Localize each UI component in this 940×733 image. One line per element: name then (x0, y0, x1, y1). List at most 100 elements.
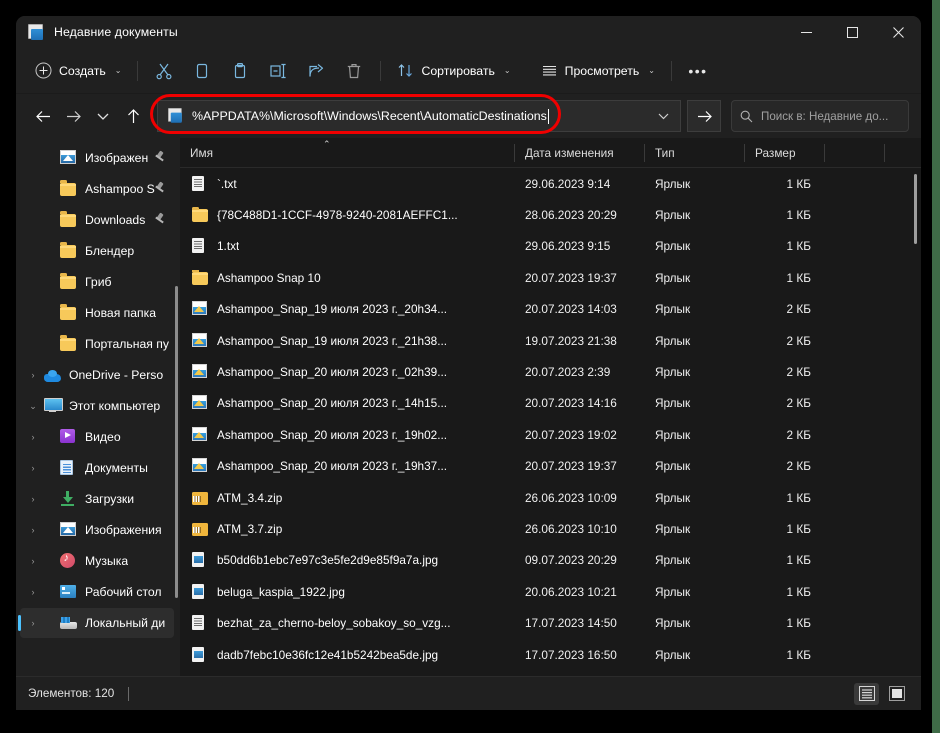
table-row[interactable]: Ashampoo_Snap_20 июля 2023 г._19h37... 20… (180, 451, 915, 482)
table-row[interactable]: Ashampoo_Snap_20 июля 2023 г._19h02... 20… (180, 419, 915, 450)
sidebar-item-5[interactable]: Новая папка (20, 298, 174, 328)
search-box[interactable]: Поиск в: Недавние до... (731, 100, 909, 132)
file-list-scrollbar-track[interactable] (912, 172, 918, 672)
copy-button[interactable] (183, 55, 221, 87)
table-row[interactable]: `.txt 29.06.2023 9:14 Ярлык 1 КБ (180, 168, 915, 199)
table-row[interactable]: bezhat_za_cherno-beloy_sobakoy_so_vzg...… (180, 607, 915, 638)
cell-size: 1 КБ (786, 270, 811, 285)
folder-icon (60, 335, 77, 353)
go-button[interactable] (687, 100, 721, 132)
maximize-button[interactable] (829, 16, 875, 48)
chevron-icon[interactable]: › (22, 525, 44, 535)
file-list-scrollbar-thumb[interactable] (914, 174, 917, 244)
column-header-type[interactable]: Тип (645, 138, 745, 168)
cell-type: Ярлык (655, 459, 691, 474)
chevron-icon[interactable]: › (22, 618, 44, 628)
chevron-icon[interactable]: › (22, 370, 44, 380)
new-button[interactable]: Создать ⌄ (26, 55, 130, 87)
table-row[interactable]: ATM_3.7.zip 26.06.2023 10:10 Ярлык 1 КБ (180, 513, 915, 544)
back-button[interactable] (28, 101, 58, 131)
navigation-tree: Изображен Ashampoo S Downloads Блендер Гриб Н… (16, 143, 180, 638)
address-input[interactable]: %APPDATA%\Microsoft\Windows\Recent\Autom… (157, 100, 647, 132)
file-name: ATM_3.7.zip (217, 521, 283, 536)
more-options-button[interactable]: ••• (679, 55, 717, 87)
share-button[interactable] (297, 55, 335, 87)
chevron-icon[interactable]: › (22, 587, 44, 597)
sidebar-item-label: Downloads (85, 213, 146, 227)
table-row[interactable]: ATM_3.4.zip 26.06.2023 10:09 Ярлык 1 КБ (180, 482, 915, 513)
sidebar-item-14[interactable]: › Рабочий стол (20, 577, 174, 607)
paste-button[interactable] (221, 55, 259, 87)
table-row[interactable]: b50dd6b1ebc7e97c3e5fe2d9e85f9a7a.jpg 09.0… (180, 545, 915, 576)
forward-button[interactable] (58, 101, 88, 131)
sidebar-item-2[interactable]: Downloads (20, 205, 174, 235)
sidebar-item-label: Изображения (85, 523, 162, 537)
view-button[interactable]: Просмотреть ⌄ (532, 55, 664, 87)
cell-size: 1 КБ (786, 584, 811, 599)
chevron-icon[interactable]: › (22, 463, 44, 473)
column-header-name[interactable]: Имя ⌃ (180, 138, 515, 168)
table-row[interactable]: {78C488D1-1CCF-4978-9240-2081AEFFC1... 28… (180, 199, 915, 230)
table-row[interactable]: Ashampoo_Snap_19 июля 2023 г._21h38... 19… (180, 325, 915, 356)
up-button[interactable] (118, 101, 148, 131)
sidebar-item-11[interactable]: › Загрузки (20, 484, 174, 514)
cell-name: Ashampoo Snap 10 (180, 269, 515, 286)
view-list-icon (542, 65, 556, 76)
column-header-size[interactable]: Размер (745, 138, 825, 168)
jpg-file-icon (192, 583, 208, 600)
txt-file-icon (192, 615, 208, 631)
table-row[interactable]: dadb7febc10e36fc12e41b5242bea5de.jpg 17.0… (180, 639, 915, 670)
sidebar-item-0[interactable]: Изображен (20, 143, 174, 173)
address-history-dropdown[interactable] (647, 100, 681, 132)
cell-type: Ярлык (655, 490, 691, 505)
chevron-icon[interactable]: › (22, 556, 44, 566)
sidebar-item-label: Блендер (85, 244, 135, 258)
table-row[interactable]: 1.txt 29.06.2023 9:15 Ярлык 1 КБ (180, 231, 915, 262)
address-bar[interactable]: %APPDATA%\Microsoft\Windows\Recent\Autom… (150, 94, 681, 134)
recent-locations-button[interactable] (88, 101, 118, 131)
sidebar-item-15[interactable]: › Локальный ди (18, 608, 174, 638)
sidebar-item-9[interactable]: › Видео (20, 422, 174, 452)
command-bar-divider-2 (380, 60, 382, 81)
cell-date: 20.07.2023 14:16 (525, 396, 617, 411)
pin-icon[interactable] (154, 182, 166, 195)
sidebar-item-1[interactable]: Ashampoo S (20, 174, 174, 204)
column-header-date-modified[interactable]: Дата изменения (515, 138, 645, 168)
sidebar-item-12[interactable]: › Изображения (20, 515, 174, 545)
cell-type: Ярлык (655, 616, 691, 631)
cell-type: Ярлык (655, 584, 691, 599)
table-row[interactable]: Ashampoo_Snap_19 июля 2023 г._20h34... 20… (180, 294, 915, 325)
file-list-pane: Имя ⌃ Дата изменения Тип Размер `.txt 29.… (180, 138, 921, 676)
sort-button[interactable]: Сортировать ⌄ (388, 55, 519, 87)
table-row[interactable]: beluga_kaspia_1922.jpg 20.06.2023 10:21 Яр… (180, 576, 915, 607)
cell-name: {78C488D1-1CCF-4978-9240-2081AEFFC1... (180, 207, 515, 223)
sidebar-item-4[interactable]: Гриб (20, 267, 174, 297)
sidebar-item-7[interactable]: › OneDrive - Perso (20, 360, 174, 390)
delete-button[interactable] (335, 55, 373, 87)
rename-button[interactable] (259, 55, 297, 87)
chevron-icon[interactable]: ⌄ (22, 401, 44, 412)
cell-date: 20.07.2023 19:02 (525, 427, 617, 442)
cell-date: 29.06.2023 9:14 (525, 176, 611, 191)
sidebar-item-10[interactable]: › Документы (20, 453, 174, 483)
table-row[interactable]: Ashampoo_Snap_20 июля 2023 г._14h15... 20… (180, 388, 915, 419)
chevron-icon[interactable]: › (22, 432, 44, 442)
close-button[interactable] (875, 16, 921, 48)
details-view-button[interactable] (854, 682, 879, 705)
plus-circle-icon (35, 62, 52, 79)
sidebar-item-6[interactable]: Портальная пу (20, 329, 174, 359)
cell-type: Ярлык (655, 302, 691, 317)
pin-icon[interactable] (154, 151, 166, 164)
navigation-pane-scrollbar[interactable] (175, 286, 178, 598)
cut-button[interactable] (145, 55, 183, 87)
table-row[interactable]: Ashampoo_Snap_20 июля 2023 г._02h39... 20… (180, 356, 915, 387)
sidebar-item-3[interactable]: Блендер (20, 236, 174, 266)
table-row[interactable]: Ashampoo Snap 10 20.07.2023 19:37 Ярлык 1 К… (180, 262, 915, 293)
sidebar-item-8[interactable]: ⌄ Этот компьютер (20, 391, 174, 421)
chevron-icon[interactable]: › (22, 494, 44, 504)
folder-icon (60, 304, 77, 322)
large-icons-view-button[interactable] (884, 683, 909, 705)
pin-icon[interactable] (154, 213, 166, 226)
sidebar-item-13[interactable]: › Музыка (20, 546, 174, 576)
minimize-button[interactable] (783, 16, 829, 48)
